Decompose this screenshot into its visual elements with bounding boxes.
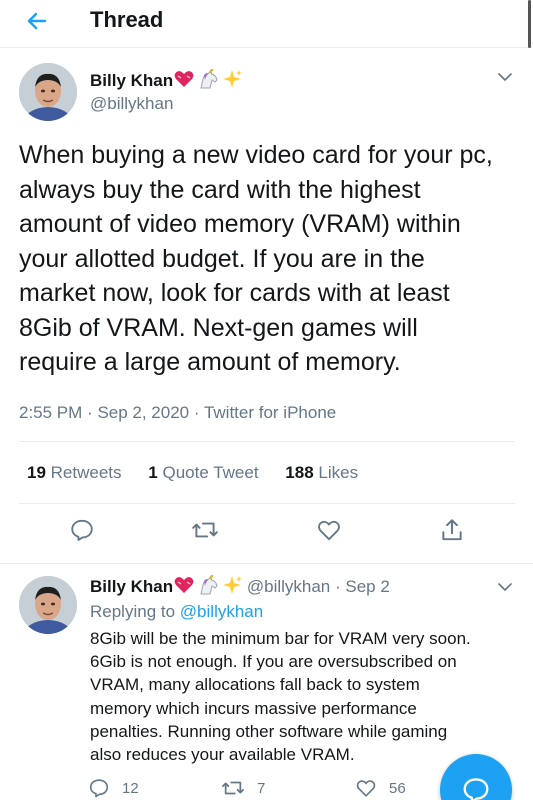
retweet-count: 7 bbox=[257, 779, 266, 797]
avatar[interactable] bbox=[19, 63, 77, 121]
meta-separator: · bbox=[193, 403, 204, 422]
reply-icon bbox=[71, 519, 93, 541]
sparkles-emoji-icon bbox=[223, 576, 243, 594]
replying-prefix: Replying to bbox=[90, 602, 176, 621]
reply-button[interactable] bbox=[67, 515, 97, 545]
meta-separator: · bbox=[87, 403, 98, 422]
retweet-icon bbox=[192, 522, 218, 538]
author-name-row[interactable]: Billy Khan bbox=[90, 68, 243, 92]
tweet-source[interactable]: Twitter for iPhone bbox=[204, 403, 336, 422]
chevron-down-icon bbox=[498, 73, 512, 81]
reply-compose-icon bbox=[463, 778, 489, 800]
reply-author-handle: @billykhan bbox=[246, 577, 331, 596]
likes-label: Likes bbox=[318, 463, 359, 482]
reply-count: 12 bbox=[122, 779, 139, 797]
reply-text: 8Gib will be the minimum bar for VRAM ve… bbox=[90, 629, 471, 765]
back-button[interactable] bbox=[22, 6, 52, 36]
reply-options-button[interactable] bbox=[494, 576, 516, 598]
thread-header: Thread bbox=[0, 0, 533, 48]
replying-to: Replying to @billykhan bbox=[90, 601, 263, 623]
retweets-count: 19 bbox=[27, 463, 46, 482]
reply-retweet-button[interactable]: 7 bbox=[221, 777, 265, 799]
heart-emoji-icon bbox=[174, 577, 194, 593]
divider bbox=[19, 441, 515, 442]
retweets-label: Retweets bbox=[50, 463, 122, 482]
reply-icon bbox=[89, 779, 109, 798]
tweet-actions bbox=[0, 515, 533, 555]
likes-stat[interactable]: 188 Likes bbox=[285, 462, 358, 484]
share-button[interactable] bbox=[437, 515, 467, 545]
heart-emoji-icon bbox=[174, 71, 194, 87]
reply-header[interactable]: Billy Khan @billykhan · Sep 2 bbox=[90, 574, 390, 598]
reply-avatar[interactable] bbox=[19, 576, 77, 634]
reply-date: Sep 2 bbox=[345, 577, 390, 596]
reply-author-name: Billy Khan bbox=[90, 577, 174, 596]
page-title: Thread bbox=[90, 7, 164, 32]
replying-to-link[interactable]: @billykhan bbox=[180, 602, 263, 621]
divider bbox=[19, 503, 515, 504]
retweet-button[interactable] bbox=[190, 515, 220, 545]
sparkles-emoji-icon bbox=[223, 70, 243, 88]
scrollbar[interactable] bbox=[528, 0, 531, 48]
arrow-left-icon bbox=[27, 12, 47, 30]
chevron-down-icon bbox=[498, 583, 512, 591]
likes-count: 188 bbox=[285, 463, 314, 482]
quote-tweets-stat[interactable]: 1 Quote Tweet bbox=[148, 462, 258, 484]
tweet-options-button[interactable] bbox=[494, 66, 516, 88]
tweet-time: 2:55 PM bbox=[19, 403, 83, 422]
author-name: Billy Khan bbox=[90, 71, 174, 90]
like-count: 56 bbox=[389, 779, 406, 797]
like-button[interactable] bbox=[314, 515, 344, 545]
share-icon bbox=[442, 519, 462, 541]
unicorn-emoji-icon bbox=[200, 574, 218, 595]
author-handle[interactable]: @billykhan bbox=[90, 93, 173, 115]
unicorn-emoji-icon bbox=[200, 68, 218, 89]
divider bbox=[0, 563, 533, 564]
reply-reply-button[interactable]: 12 bbox=[88, 777, 139, 799]
reply-like-button[interactable]: 56 bbox=[355, 777, 406, 799]
date-separator: · bbox=[335, 577, 346, 596]
tweet-stats: 19 Retweets 1 Quote Tweet 188 Likes bbox=[27, 462, 380, 484]
heart-icon bbox=[356, 780, 376, 797]
heart-icon bbox=[318, 520, 340, 541]
retweet-icon bbox=[222, 781, 244, 795]
tweet-meta: 2:55 PM · Sep 2, 2020 · Twitter for iPho… bbox=[19, 402, 336, 424]
tweet-date: Sep 2, 2020 bbox=[97, 403, 190, 422]
quote-count: 1 bbox=[148, 463, 158, 482]
tweet-text: When buying a new video card for your pc… bbox=[19, 141, 493, 376]
quote-label: Quote Tweet bbox=[162, 463, 259, 482]
retweets-stat[interactable]: 19 Retweets bbox=[27, 462, 122, 484]
